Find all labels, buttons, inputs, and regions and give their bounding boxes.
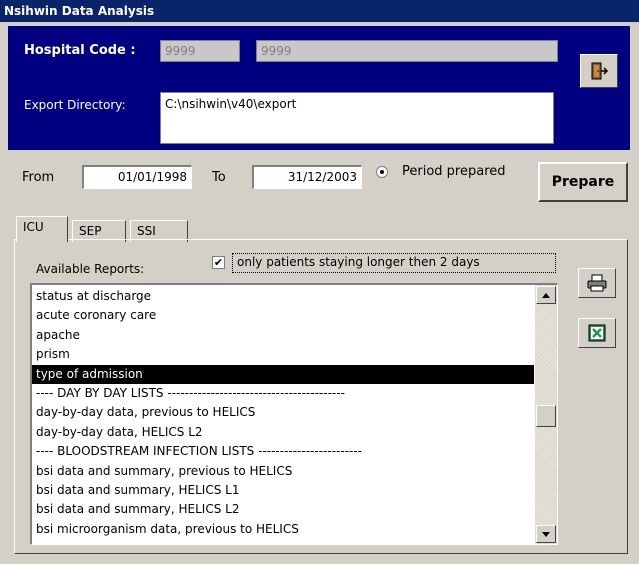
export-directory-input[interactable]: C:\nsihwin\v40\export: [160, 92, 554, 144]
available-reports-label: Available Reports:: [36, 262, 145, 276]
scroll-down-button[interactable]: [536, 525, 556, 543]
hospital-header-panel: Hospital Code : 9999 9999 Export Directo…: [8, 26, 630, 150]
prepare-button[interactable]: Prepare: [538, 162, 628, 202]
hospital-code-field-2: 9999: [256, 40, 558, 62]
list-item[interactable]: bsi microorganism data, previous to HELI…: [32, 520, 534, 539]
list-scrollbar[interactable]: [535, 285, 557, 544]
print-button[interactable]: [578, 268, 616, 298]
to-date-input[interactable]: 31/12/2003: [252, 165, 362, 189]
excel-icon: [588, 324, 606, 342]
export-directory-label: Export Directory:: [24, 98, 126, 112]
printer-icon: [587, 274, 607, 292]
exit-button[interactable]: [580, 54, 618, 88]
scroll-up-button[interactable]: [536, 286, 556, 304]
list-item[interactable]: bsi data and summary, HELICS L1: [32, 481, 534, 500]
long-stay-checkbox-label[interactable]: only patients staying longer then 2 days: [232, 253, 556, 273]
arrow-up-icon: [542, 292, 550, 298]
scroll-thumb[interactable]: [536, 405, 556, 427]
list-item[interactable]: apache: [32, 326, 534, 345]
list-item[interactable]: bsi data and summary, HELICS L2: [32, 500, 534, 519]
long-stay-checkbox[interactable]: ✔: [212, 256, 225, 269]
from-date-input[interactable]: 01/01/1998: [82, 165, 192, 189]
period-prepared-radio[interactable]: [376, 166, 388, 178]
to-label: To: [212, 170, 226, 185]
hospital-code-field-1: 9999: [160, 40, 240, 62]
list-item[interactable]: day-by-day data, previous to HELICS: [32, 403, 534, 422]
list-item[interactable]: prism: [32, 345, 534, 364]
list-item[interactable]: day-by-day data, HELICS L2: [32, 423, 534, 442]
list-item[interactable]: ---- BLOODSTREAM INFECTION LISTS -------…: [32, 442, 534, 461]
exit-door-icon: [591, 62, 609, 80]
export-excel-button[interactable]: [578, 318, 616, 348]
available-reports-list[interactable]: status at discharge acute coronary care …: [30, 283, 558, 545]
hospital-code-label: Hospital Code :: [24, 43, 136, 58]
from-label: From: [22, 170, 55, 185]
period-prepared-label: Period prepared: [402, 164, 506, 179]
arrow-down-icon: [542, 531, 550, 537]
window-title: Nsihwin Data Analysis: [0, 0, 639, 22]
tab-icu[interactable]: ICU: [16, 216, 68, 242]
list-item[interactable]: ---- DAY BY DAY LISTS ------------------…: [32, 384, 534, 403]
list-item[interactable]: bsi data and summary, previous to HELICS: [32, 462, 534, 481]
list-item[interactable]: acute coronary care: [32, 306, 534, 325]
list-item[interactable]: status at discharge: [32, 287, 534, 306]
list-item-selected[interactable]: type of admission: [32, 364, 534, 384]
